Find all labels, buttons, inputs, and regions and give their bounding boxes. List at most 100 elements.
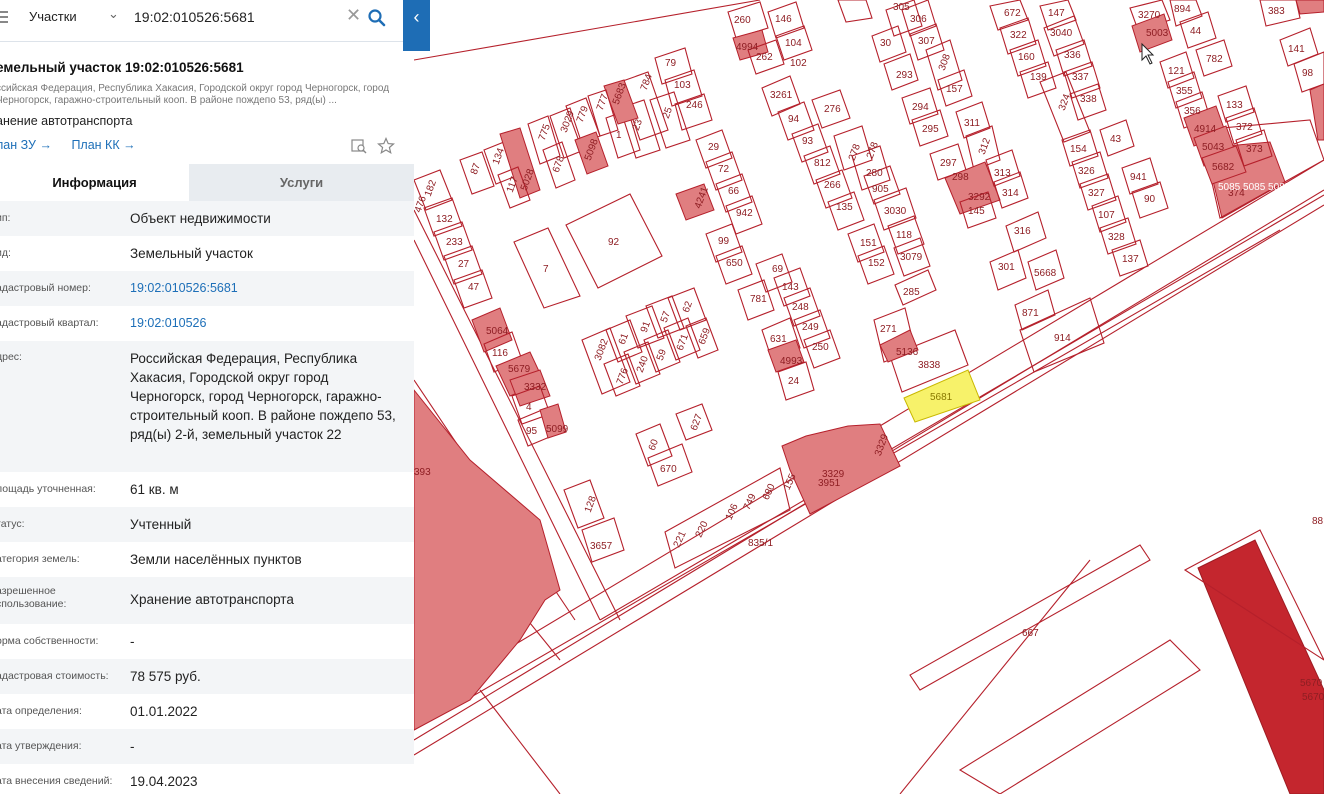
parcel-label: 5085 5085 5085 (1218, 182, 1291, 193)
info-row-value[interactable]: 19:02:010526 (130, 314, 400, 333)
parcel-label: 680 (761, 482, 778, 502)
info-row: татус: Учтенный (0, 507, 414, 542)
parcel-label: 24 (788, 376, 800, 387)
parcel-label: 328 (1108, 232, 1125, 243)
parcel-label: 143 (782, 282, 799, 293)
parcel-label: 1 (616, 130, 622, 141)
parcel-label: 307 (918, 36, 935, 47)
plan-zu-link[interactable]: лан ЗУ → (0, 138, 52, 152)
parcel-top[interactable] (837, 0, 873, 23)
parcel-label: 337 (1072, 72, 1089, 83)
parcel-label: 4993 (780, 356, 803, 367)
search-input[interactable]: 19:02:010526:5681 (134, 9, 255, 25)
info-row-label: татус: (0, 518, 25, 530)
parcel-label: 262 (756, 52, 773, 63)
info-row-label: адастровый квартал: (0, 317, 99, 329)
parcel-label: 305 (893, 2, 910, 13)
info-row: лощадь уточненная: 61 кв. м (0, 472, 414, 507)
info-row-label: адастровый номер: (0, 282, 91, 294)
parcel-label: 5099 (546, 424, 569, 435)
parcel-label: 298 (952, 172, 969, 183)
parcel-label: 631 (770, 334, 787, 345)
parcel-label: 249 (802, 322, 819, 333)
parcel-label: 476 (413, 194, 429, 214)
parcel-label: 59 (655, 348, 669, 363)
info-row: атегория земель: Земли населённых пунктов (0, 542, 414, 577)
parcel-outline[interactable] (958, 639, 1201, 794)
info-row-value: 61 кв. м (130, 482, 179, 497)
parcel-label: 301 (998, 262, 1015, 273)
parcel-label: 246 (686, 100, 703, 111)
plan-kk-link[interactable]: План КК → (71, 138, 135, 152)
parcel-label: 5043 (1202, 142, 1225, 153)
parcel-label: 671 (675, 332, 691, 352)
info-row-label: атегория земель: (0, 553, 80, 565)
parcel-label: 356 (1184, 106, 1201, 117)
info-row-value[interactable]: 19:02:010526:5681 (130, 279, 400, 298)
parcel-big-right[interactable] (1197, 539, 1324, 794)
parcel-label: 338 (1080, 94, 1097, 105)
parcel-label: 87 (469, 162, 483, 177)
info-row: дрес: Российская Федерация, Республика Ха… (0, 341, 414, 472)
parcel-label: 297 (940, 158, 957, 169)
info-row-label: азрешенное спользование: (0, 585, 67, 610)
clear-icon[interactable]: ✕ (346, 5, 361, 26)
parcel-label: 25 (661, 106, 675, 121)
parcel-label: 285 (903, 287, 920, 298)
parcel-label: 271 (880, 324, 897, 335)
favorite-star-icon[interactable] (377, 137, 395, 155)
parcel-label: 276 (824, 104, 841, 115)
parcel-label: 322 (1010, 30, 1027, 41)
chevron-down-icon[interactable]: ⌄ (108, 6, 119, 22)
parcel-label: 5670 (1302, 692, 1324, 703)
parcel-label: 152 (868, 258, 885, 269)
search-icon[interactable] (367, 8, 387, 28)
parcel-label: 95 (526, 426, 538, 437)
parcel-right-edge[interactable] (1309, 83, 1324, 141)
info-row: адастровая стоимость: 78 575 руб. (0, 659, 414, 694)
search-type-select[interactable]: Участки (29, 9, 77, 24)
info-row-label: орма собственности: (0, 635, 99, 647)
parcel-label: 782 (1206, 54, 1223, 65)
parcel-label: 835/1 (748, 538, 773, 549)
parcel-label: 327 (1088, 188, 1105, 199)
info-row: орма собственности: - (0, 624, 414, 659)
tab-info[interactable]: Информация (0, 164, 189, 201)
info-row: ата утверждения: - (0, 729, 414, 764)
info-row-value: Земли населённых пунктов (130, 552, 302, 567)
parcel-label: 5670 (1300, 678, 1323, 689)
parcel-label: 295 (922, 124, 939, 135)
parcel-title: емельный участок 19:02:010526:5681 (0, 60, 244, 75)
menu-icon[interactable] (0, 11, 8, 25)
parcel-label: 60 (647, 438, 661, 453)
parcel-label: 233 (446, 237, 463, 248)
parcel-label: 116 (492, 348, 508, 359)
parcel-label: 812 (814, 158, 831, 169)
road-line (899, 559, 1091, 794)
parcel-label: 942 (736, 208, 753, 219)
road-line (479, 689, 561, 794)
zoom-to-parcel-icon[interactable] (350, 137, 368, 155)
parcel-label: 3332 (524, 382, 547, 393)
parcel-label: 27 (458, 259, 470, 270)
info-row-label: адастровая стоимость: (0, 670, 109, 682)
parcel-667[interactable] (909, 544, 1151, 691)
parcel-label: 98 (1302, 68, 1314, 79)
info-row-value: Учтенный (130, 517, 192, 532)
parcel-label: 627 (689, 412, 705, 432)
parcel-top-right[interactable] (1295, 0, 1324, 15)
parcel-label: 779 (575, 104, 591, 124)
parcel-label: 44 (1190, 26, 1202, 37)
parcel-label: 104 (785, 38, 802, 49)
tab-services[interactable]: Услуги (189, 164, 414, 201)
info-row-value: 78 575 руб. (130, 669, 201, 684)
collapse-panel-button[interactable]: ‹ (403, 0, 430, 51)
parcel-label: 667 (1022, 628, 1039, 639)
parcel-label: 311 (964, 118, 980, 129)
parcel-label: 266 (824, 180, 841, 191)
panel-tabs: Информация Услуги (0, 164, 414, 201)
parcel-label: 314 (1002, 188, 1019, 199)
info-row-value: 19.04.2023 (130, 774, 198, 789)
building-393[interactable] (413, 388, 561, 731)
parcel-label: 372 (1236, 122, 1253, 133)
